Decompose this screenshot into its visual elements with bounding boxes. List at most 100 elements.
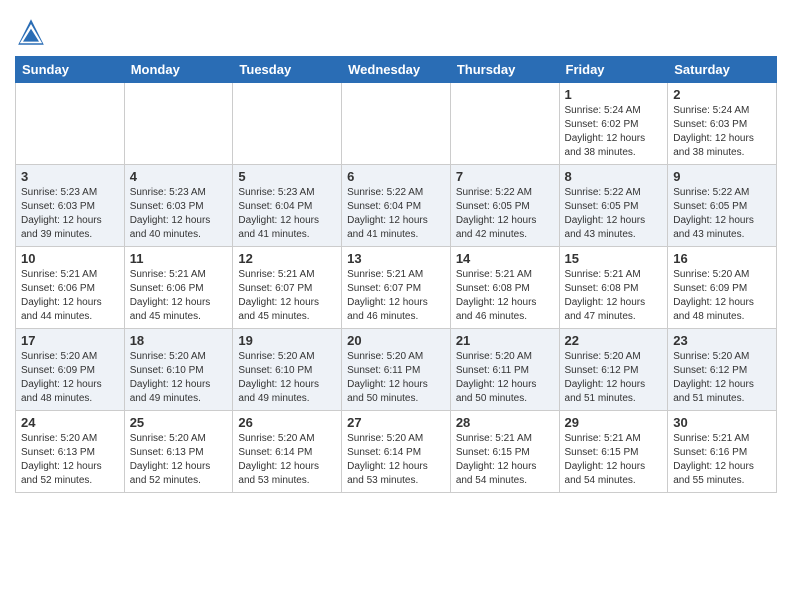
day-number: 21 <box>456 333 554 348</box>
calendar-cell: 26 Sunrise: 5:20 AM Sunset: 6:14 PM Dayli… <box>233 411 342 493</box>
day-info: Sunrise: 5:24 AM Sunset: 6:02 PM Dayligh… <box>565 104 663 160</box>
day-number: 10 <box>21 251 119 266</box>
day-number: 30 <box>673 415 771 430</box>
day-info: Sunrise: 5:21 AM Sunset: 6:16 PM Dayligh… <box>673 432 771 488</box>
calendar-cell <box>342 83 451 165</box>
header <box>15 10 777 48</box>
day-info: Sunrise: 5:21 AM Sunset: 6:15 PM Dayligh… <box>565 432 663 488</box>
calendar-cell: 1 Sunrise: 5:24 AM Sunset: 6:02 PM Daylig… <box>559 83 668 165</box>
day-info: Sunrise: 5:20 AM Sunset: 6:13 PM Dayligh… <box>21 432 119 488</box>
day-number: 25 <box>130 415 228 430</box>
day-info: Sunrise: 5:21 AM Sunset: 6:08 PM Dayligh… <box>565 268 663 324</box>
day-number: 22 <box>565 333 663 348</box>
day-number: 6 <box>347 169 445 184</box>
day-number: 11 <box>130 251 228 266</box>
day-info: Sunrise: 5:20 AM Sunset: 6:12 PM Dayligh… <box>565 350 663 406</box>
calendar-cell: 19 Sunrise: 5:20 AM Sunset: 6:10 PM Dayli… <box>233 329 342 411</box>
calendar-week-row: 3 Sunrise: 5:23 AM Sunset: 6:03 PM Daylig… <box>16 165 777 247</box>
day-info: Sunrise: 5:23 AM Sunset: 6:03 PM Dayligh… <box>21 186 119 242</box>
calendar-cell: 27Sunrise: 5:20 AM Sunset: 6:14 PM Dayli… <box>342 411 451 493</box>
day-info: Sunrise: 5:20 AM Sunset: 6:14 PM Dayligh… <box>238 432 336 488</box>
calendar-cell: 18 Sunrise: 5:20 AM Sunset: 6:10 PM Dayli… <box>124 329 233 411</box>
calendar-cell: 28 Sunrise: 5:21 AM Sunset: 6:15 PM Dayli… <box>450 411 559 493</box>
day-number: 12 <box>238 251 336 266</box>
calendar-cell: 29 Sunrise: 5:21 AM Sunset: 6:15 PM Dayli… <box>559 411 668 493</box>
calendar-cell: 17 Sunrise: 5:20 AM Sunset: 6:09 PM Dayli… <box>16 329 125 411</box>
day-info: Sunrise: 5:23 AM Sunset: 6:03 PM Dayligh… <box>130 186 228 242</box>
calendar-header-thursday: Thursday <box>450 57 559 83</box>
calendar-cell: 25Sunrise: 5:20 AM Sunset: 6:13 PM Dayli… <box>124 411 233 493</box>
day-number: 26 <box>238 415 336 430</box>
calendar-header-tuesday: Tuesday <box>233 57 342 83</box>
day-number: 20 <box>347 333 445 348</box>
calendar-table: SundayMondayTuesdayWednesdayThursdayFrid… <box>15 56 777 493</box>
day-number: 29 <box>565 415 663 430</box>
day-info: Sunrise: 5:20 AM Sunset: 6:12 PM Dayligh… <box>673 350 771 406</box>
day-number: 28 <box>456 415 554 430</box>
day-info: Sunrise: 5:20 AM Sunset: 6:09 PM Dayligh… <box>673 268 771 324</box>
day-number: 2 <box>673 87 771 102</box>
logo <box>15 16 51 48</box>
calendar-cell: 12 Sunrise: 5:21 AM Sunset: 6:07 PM Dayli… <box>233 247 342 329</box>
day-info: Sunrise: 5:22 AM Sunset: 6:05 PM Dayligh… <box>565 186 663 242</box>
calendar-cell: 21 Sunrise: 5:20 AM Sunset: 6:11 PM Dayli… <box>450 329 559 411</box>
calendar-cell: 7Sunrise: 5:22 AM Sunset: 6:05 PM Daylig… <box>450 165 559 247</box>
calendar-header-row: SundayMondayTuesdayWednesdayThursdayFrid… <box>16 57 777 83</box>
day-number: 7 <box>456 169 554 184</box>
day-number: 23 <box>673 333 771 348</box>
day-number: 3 <box>21 169 119 184</box>
day-info: Sunrise: 5:24 AM Sunset: 6:03 PM Dayligh… <box>673 104 771 160</box>
calendar-cell <box>233 83 342 165</box>
calendar-week-row: 1 Sunrise: 5:24 AM Sunset: 6:02 PM Daylig… <box>16 83 777 165</box>
day-number: 14 <box>456 251 554 266</box>
day-info: Sunrise: 5:21 AM Sunset: 6:06 PM Dayligh… <box>21 268 119 324</box>
day-info: Sunrise: 5:21 AM Sunset: 6:07 PM Dayligh… <box>238 268 336 324</box>
day-info: Sunrise: 5:22 AM Sunset: 6:05 PM Dayligh… <box>673 186 771 242</box>
calendar-cell: 14 Sunrise: 5:21 AM Sunset: 6:08 PM Dayli… <box>450 247 559 329</box>
calendar-cell: 11Sunrise: 5:21 AM Sunset: 6:06 PM Dayli… <box>124 247 233 329</box>
day-number: 8 <box>565 169 663 184</box>
day-info: Sunrise: 5:20 AM Sunset: 6:10 PM Dayligh… <box>238 350 336 406</box>
day-info: Sunrise: 5:21 AM Sunset: 6:15 PM Dayligh… <box>456 432 554 488</box>
calendar-cell: 3 Sunrise: 5:23 AM Sunset: 6:03 PM Daylig… <box>16 165 125 247</box>
logo-icon <box>15 16 47 48</box>
calendar-week-row: 10 Sunrise: 5:21 AM Sunset: 6:06 PM Dayli… <box>16 247 777 329</box>
day-number: 13 <box>347 251 445 266</box>
calendar-cell: 20 Sunrise: 5:20 AM Sunset: 6:11 PM Dayli… <box>342 329 451 411</box>
calendar-cell: 8 Sunrise: 5:22 AM Sunset: 6:05 PM Daylig… <box>559 165 668 247</box>
day-number: 15 <box>565 251 663 266</box>
day-number: 1 <box>565 87 663 102</box>
day-info: Sunrise: 5:20 AM Sunset: 6:11 PM Dayligh… <box>456 350 554 406</box>
day-number: 9 <box>673 169 771 184</box>
day-number: 19 <box>238 333 336 348</box>
calendar-header-friday: Friday <box>559 57 668 83</box>
calendar-cell: 23 Sunrise: 5:20 AM Sunset: 6:12 PM Dayli… <box>668 329 777 411</box>
calendar-cell: 16Sunrise: 5:20 AM Sunset: 6:09 PM Dayli… <box>668 247 777 329</box>
calendar-cell: 30 Sunrise: 5:21 AM Sunset: 6:16 PM Dayli… <box>668 411 777 493</box>
day-number: 18 <box>130 333 228 348</box>
day-info: Sunrise: 5:20 AM Sunset: 6:11 PM Dayligh… <box>347 350 445 406</box>
calendar-week-row: 17 Sunrise: 5:20 AM Sunset: 6:09 PM Dayli… <box>16 329 777 411</box>
day-number: 4 <box>130 169 228 184</box>
calendar-cell: 6 Sunrise: 5:22 AM Sunset: 6:04 PM Daylig… <box>342 165 451 247</box>
day-number: 24 <box>21 415 119 430</box>
calendar-cell: 15 Sunrise: 5:21 AM Sunset: 6:08 PM Dayli… <box>559 247 668 329</box>
day-info: Sunrise: 5:20 AM Sunset: 6:09 PM Dayligh… <box>21 350 119 406</box>
calendar-cell: 13Sunrise: 5:21 AM Sunset: 6:07 PM Dayli… <box>342 247 451 329</box>
calendar-cell: 5Sunrise: 5:23 AM Sunset: 6:04 PM Daylig… <box>233 165 342 247</box>
calendar-week-row: 24 Sunrise: 5:20 AM Sunset: 6:13 PM Dayli… <box>16 411 777 493</box>
calendar-cell: 2 Sunrise: 5:24 AM Sunset: 6:03 PM Daylig… <box>668 83 777 165</box>
calendar-cell: 9 Sunrise: 5:22 AM Sunset: 6:05 PM Daylig… <box>668 165 777 247</box>
day-info: Sunrise: 5:22 AM Sunset: 6:04 PM Dayligh… <box>347 186 445 242</box>
day-info: Sunrise: 5:20 AM Sunset: 6:14 PM Dayligh… <box>347 432 445 488</box>
calendar-cell: 4 Sunrise: 5:23 AM Sunset: 6:03 PM Daylig… <box>124 165 233 247</box>
calendar-header-sunday: Sunday <box>16 57 125 83</box>
day-number: 17 <box>21 333 119 348</box>
calendar-cell <box>450 83 559 165</box>
calendar-header-saturday: Saturday <box>668 57 777 83</box>
day-info: Sunrise: 5:20 AM Sunset: 6:10 PM Dayligh… <box>130 350 228 406</box>
calendar-cell <box>16 83 125 165</box>
day-info: Sunrise: 5:21 AM Sunset: 6:08 PM Dayligh… <box>456 268 554 324</box>
calendar-cell: 10 Sunrise: 5:21 AM Sunset: 6:06 PM Dayli… <box>16 247 125 329</box>
calendar-cell: 24 Sunrise: 5:20 AM Sunset: 6:13 PM Dayli… <box>16 411 125 493</box>
